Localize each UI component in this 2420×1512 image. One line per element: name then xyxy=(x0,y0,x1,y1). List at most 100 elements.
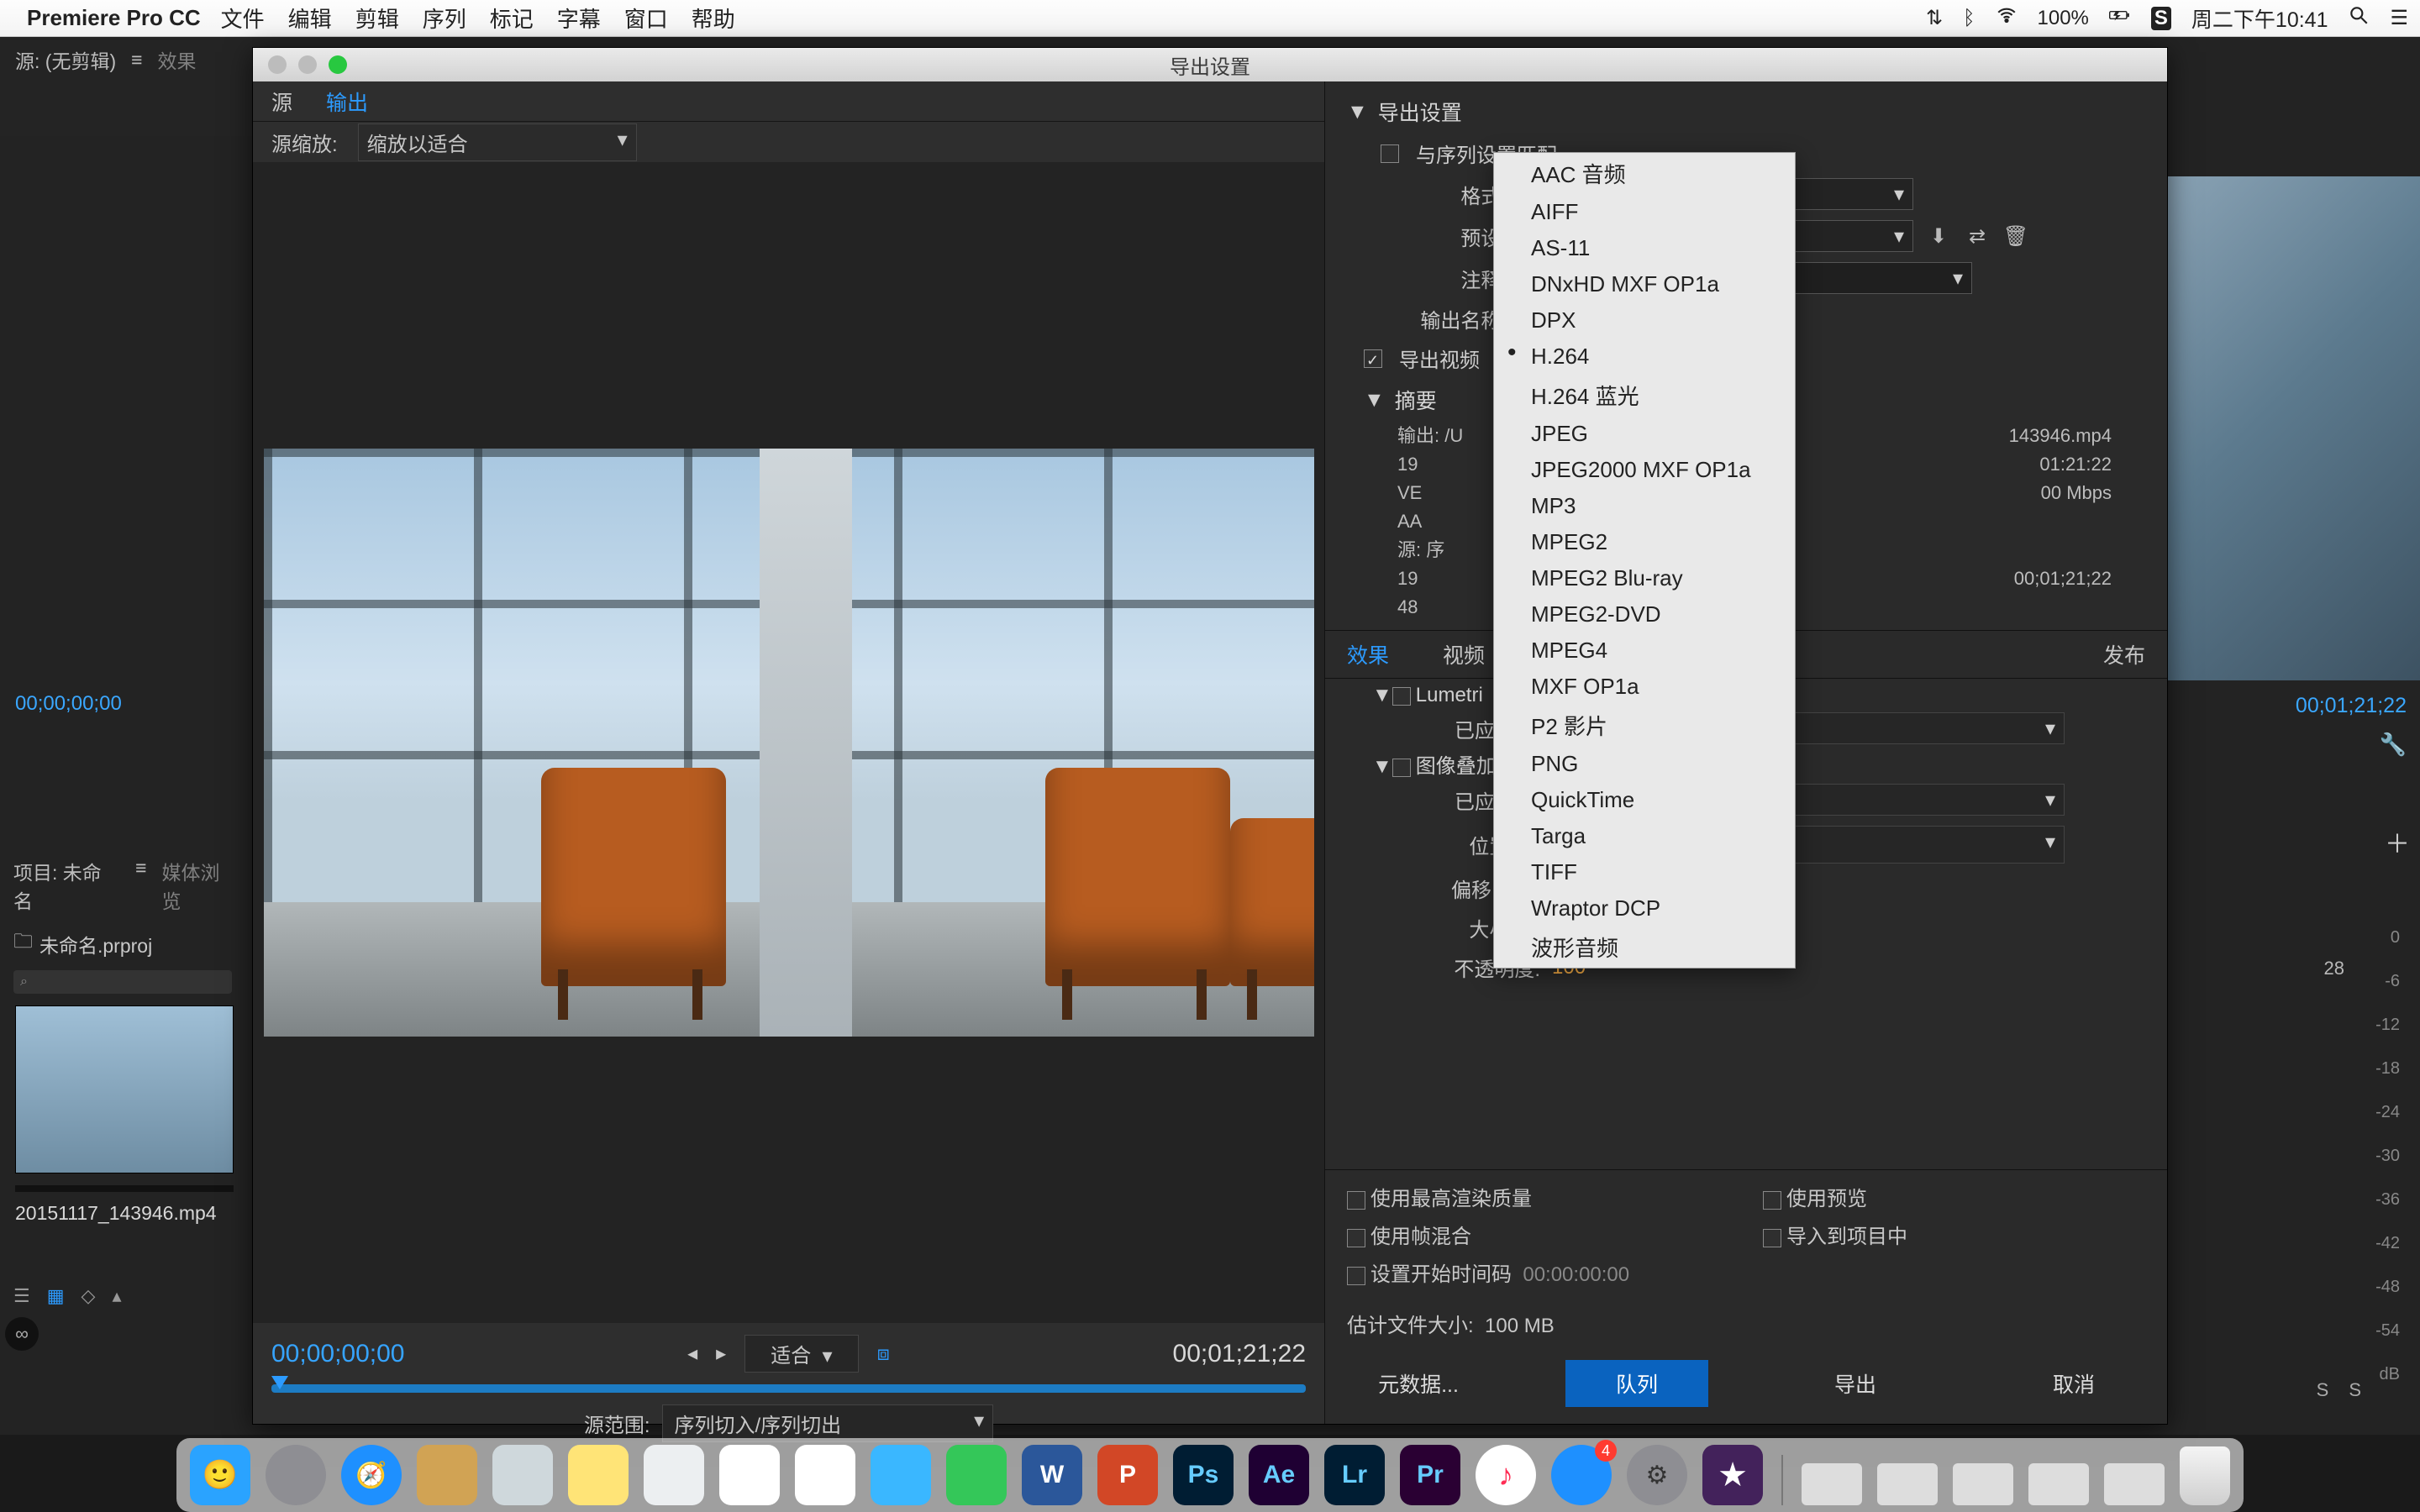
format-option[interactable]: JPEG xyxy=(1494,416,1795,452)
tab-source[interactable]: 源 xyxy=(271,87,292,117)
tab-video[interactable]: 视频 xyxy=(1443,639,1485,669)
dock-minimized-window[interactable] xyxy=(1953,1463,2013,1505)
add-panel-button[interactable]: ＋ xyxy=(2385,823,2410,860)
format-option[interactable]: H.264 xyxy=(1494,339,1795,375)
dock-minimized-window[interactable] xyxy=(1802,1463,1862,1505)
battery-icon[interactable] xyxy=(2109,4,2131,32)
playhead-icon[interactable] xyxy=(271,1376,288,1389)
preview-out-timecode[interactable]: 00;01;21;22 xyxy=(1173,1340,1306,1368)
format-option[interactable]: 波形音频 xyxy=(1494,927,1795,968)
dock-finder-icon[interactable]: 🙂 xyxy=(190,1445,250,1505)
lumetri-checkbox[interactable] xyxy=(1392,687,1411,706)
menu-clock[interactable]: 周二下午10:41 xyxy=(2191,3,2328,34)
menu-title[interactable]: 字幕 xyxy=(557,3,601,34)
sync-icon[interactable]: ⇅ xyxy=(1926,6,1943,30)
import-preset-icon[interactable]: ⇄ xyxy=(1964,223,1991,249)
sort-icon[interactable]: ▴ xyxy=(112,1285,121,1307)
tab-publish[interactable]: 发布 xyxy=(2103,639,2145,669)
menu-window[interactable]: 窗口 xyxy=(624,3,668,34)
dock-photos-icon[interactable] xyxy=(795,1445,855,1505)
format-option[interactable]: TIFF xyxy=(1494,854,1795,890)
project-search[interactable]: ⌕ xyxy=(13,970,232,994)
format-option[interactable]: MP3 xyxy=(1494,488,1795,524)
dock-calendar-icon[interactable] xyxy=(719,1445,780,1505)
format-option[interactable]: P2 影片 xyxy=(1494,705,1795,746)
aspect-correction-icon[interactable]: ⧈ xyxy=(877,1342,890,1366)
delete-preset-icon[interactable]: 🗑 xyxy=(2002,223,2029,249)
dock-minimized-window[interactable] xyxy=(1877,1463,1938,1505)
format-option[interactable]: PNG xyxy=(1494,746,1795,782)
dock-settings-icon[interactable]: ⚙ xyxy=(1627,1445,1687,1505)
source-scale-select[interactable]: 缩放以适合 xyxy=(358,123,637,161)
max-render-quality-checkbox[interactable] xyxy=(1347,1191,1365,1210)
format-option[interactable]: H.264 蓝光 xyxy=(1494,375,1795,416)
frame-blending-checkbox[interactable] xyxy=(1347,1229,1365,1247)
dock-premiere-icon[interactable]: Pr xyxy=(1400,1445,1460,1505)
preview-zoom-select[interactable]: 适合 ▾ xyxy=(744,1335,858,1373)
notification-icon[interactable]: ☰ xyxy=(2390,6,2408,30)
menu-clip[interactable]: 剪辑 xyxy=(355,3,399,34)
tab-fx[interactable]: 效果 xyxy=(1347,639,1389,669)
format-option[interactable]: DNxHD MXF OP1a xyxy=(1494,266,1795,302)
dock-launchpad-icon[interactable] xyxy=(266,1445,326,1505)
format-option[interactable]: Targa xyxy=(1494,818,1795,854)
dock-minimized-window[interactable] xyxy=(2028,1463,2089,1505)
project-panel-tab[interactable]: 项目: 未命名 xyxy=(13,857,120,914)
wrench-icon[interactable]: 🔧 xyxy=(2380,732,2407,758)
clip-scrub-strip[interactable] xyxy=(15,1185,234,1192)
dock-safari-icon[interactable]: 🧭 xyxy=(341,1445,402,1505)
disclosure-icon[interactable]: ▼ xyxy=(1364,388,1385,412)
solo-indicator[interactable]: S xyxy=(2349,1379,2361,1401)
format-option[interactable]: AS-11 xyxy=(1494,230,1795,266)
tab-output[interactable]: 输出 xyxy=(326,87,368,117)
set-start-tc-checkbox[interactable] xyxy=(1347,1267,1365,1285)
disclosure-icon[interactable]: ▼ xyxy=(1372,684,1392,706)
dock-trash-icon[interactable] xyxy=(2180,1446,2230,1505)
image-overlay-checkbox[interactable] xyxy=(1392,759,1411,777)
dock-mail-icon[interactable] xyxy=(492,1445,553,1505)
cancel-button[interactable]: 取消 xyxy=(2002,1360,2145,1407)
format-option[interactable]: DPX xyxy=(1494,302,1795,339)
queue-button[interactable]: 队列 xyxy=(1565,1360,1708,1407)
match-sequence-checkbox[interactable] xyxy=(1381,144,1399,163)
step-back-icon[interactable]: ◂ xyxy=(687,1341,697,1366)
menu-sequence[interactable]: 序列 xyxy=(423,3,466,34)
dock-notes-icon[interactable] xyxy=(568,1445,629,1505)
dock-itunes-icon[interactable]: ♪ xyxy=(1476,1445,1536,1505)
freeform-view-icon[interactable]: ◇ xyxy=(82,1285,96,1307)
menu-edit[interactable]: 编辑 xyxy=(288,3,332,34)
source-monitor-tab[interactable]: 源: (无剪辑) xyxy=(15,45,116,74)
menu-help[interactable]: 帮助 xyxy=(692,3,735,34)
app-name[interactable]: Premiere Pro CC xyxy=(27,5,201,31)
start-tc-value[interactable]: 00:00:00:00 xyxy=(1523,1263,1629,1286)
disclosure-icon[interactable]: ▼ xyxy=(1372,755,1392,778)
dock-photoshop-icon[interactable]: Ps xyxy=(1173,1445,1234,1505)
project-file-name[interactable]: 未命名.prproj xyxy=(39,930,152,958)
format-option[interactable]: QuickTime xyxy=(1494,782,1795,818)
dock-contacts-icon[interactable] xyxy=(417,1445,477,1505)
format-option[interactable]: AIFF xyxy=(1494,194,1795,230)
format-option[interactable]: MXF OP1a xyxy=(1494,669,1795,705)
format-option[interactable]: JPEG2000 MXF OP1a xyxy=(1494,452,1795,488)
dock-appstore-icon[interactable]: 4 xyxy=(1551,1445,1612,1505)
format-option[interactable]: Wraptor DCP xyxy=(1494,890,1795,927)
export-button[interactable]: 导出 xyxy=(1784,1360,1927,1407)
metadata-button[interactable]: 元数据... xyxy=(1347,1360,1490,1407)
format-option[interactable]: MPEG2-DVD xyxy=(1494,596,1795,633)
dialog-titlebar[interactable]: 导出设置 xyxy=(253,48,2167,81)
preview-range-bar[interactable] xyxy=(271,1384,1306,1393)
sogou-icon[interactable]: S xyxy=(2151,7,2171,30)
creative-cloud-icon[interactable]: ∞ xyxy=(5,1317,39,1351)
use-previews-checkbox[interactable] xyxy=(1763,1191,1781,1210)
dock-aftereffects-icon[interactable]: Ae xyxy=(1249,1445,1309,1505)
project-clip-thumbnail[interactable] xyxy=(15,1005,234,1173)
menu-marker[interactable]: 标记 xyxy=(490,3,534,34)
bluetooth-icon[interactable]: ᛒ xyxy=(1963,7,1975,30)
spotlight-icon[interactable] xyxy=(2348,4,2370,32)
media-browser-tab[interactable]: 媒体浏览 xyxy=(162,857,239,914)
solo-indicator[interactable]: S xyxy=(2317,1379,2329,1401)
save-preset-icon[interactable]: ⬇ xyxy=(1925,223,1952,249)
import-to-project-checkbox[interactable] xyxy=(1763,1229,1781,1247)
format-option[interactable]: AAC 音频 xyxy=(1494,153,1795,194)
step-fwd-icon[interactable]: ▸ xyxy=(716,1341,726,1366)
